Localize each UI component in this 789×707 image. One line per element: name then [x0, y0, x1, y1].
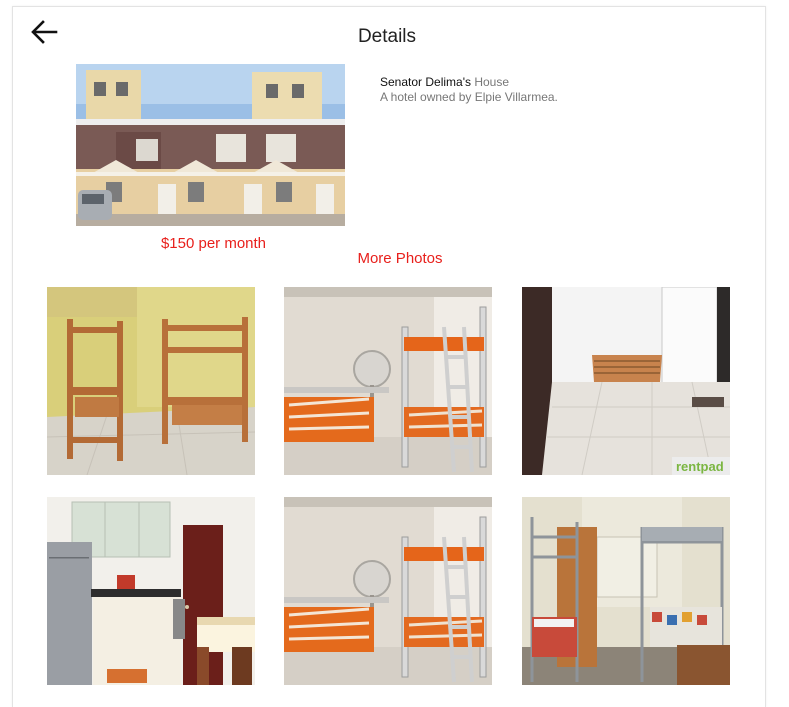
listing-name-main: Senator Delima's	[380, 75, 471, 89]
listing-main-photo[interactable]	[76, 64, 345, 226]
photo-dorm-metal-bunks[interactable]	[522, 497, 730, 685]
listing-info: Senator Delima's House A hotel owned by …	[380, 75, 558, 105]
more-photos-link[interactable]: More Photos	[0, 250, 789, 267]
photo-empty-room-bed-frame[interactable]: rentpad	[522, 287, 730, 475]
photo-wooden-bunk-beds[interactable]	[47, 287, 255, 475]
listing-name: Senator Delima's House	[380, 75, 558, 90]
page-title: Details	[357, 26, 417, 47]
photo-kitchen[interactable]	[47, 497, 255, 685]
photo-metal-bunk-with-fan-2[interactable]	[284, 497, 492, 685]
listing-name-suffix: House	[474, 75, 510, 89]
photo-metal-bunk-with-fan[interactable]	[284, 287, 492, 475]
rentpad-watermark: rentpad	[676, 459, 724, 474]
listing-description: A hotel owned by Elpie Villarmea.	[380, 90, 558, 104]
